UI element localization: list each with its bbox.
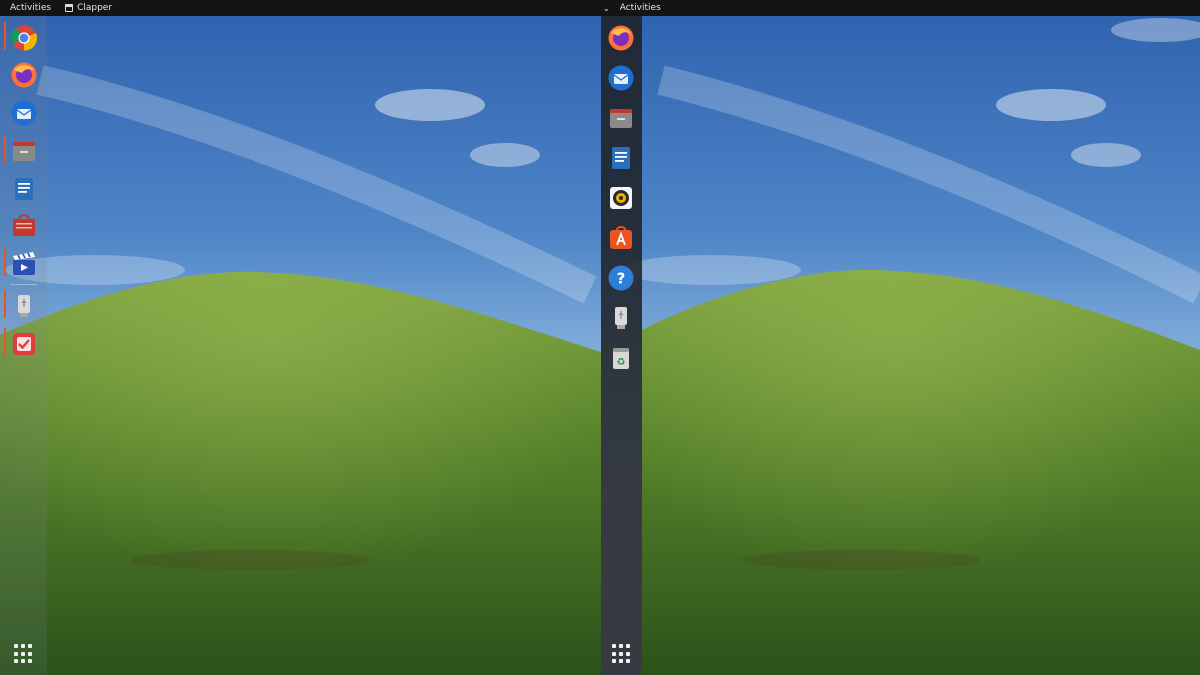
folder-icon bbox=[13, 142, 35, 161]
checklist-icon bbox=[13, 333, 35, 355]
dock-item-todo[interactable] bbox=[8, 328, 40, 360]
dock-item-app-center[interactable] bbox=[8, 210, 40, 242]
dock-item-rhythmbox[interactable] bbox=[605, 182, 637, 214]
running-indicator bbox=[4, 22, 6, 50]
dock-item-thunderbird[interactable] bbox=[605, 62, 637, 94]
software-store-icon bbox=[610, 226, 632, 249]
show-apps-button[interactable] bbox=[612, 644, 632, 664]
usb-drive-icon bbox=[615, 307, 627, 329]
dock-item-thunderbird[interactable] bbox=[8, 97, 40, 129]
dock-item-usb-drive[interactable] bbox=[8, 290, 40, 322]
top-bar: ⌄ Activities bbox=[601, 0, 1200, 16]
running-indicator bbox=[4, 328, 6, 356]
clapper-app-icon bbox=[65, 4, 74, 12]
dock bbox=[0, 16, 47, 675]
dock-item-help[interactable]: ? bbox=[605, 262, 637, 294]
trash-icon: ♻ bbox=[613, 348, 629, 369]
writer-icon bbox=[612, 147, 630, 169]
writer-icon bbox=[15, 178, 33, 200]
top-bar: Activities Clapper bbox=[0, 0, 601, 16]
dock-separator bbox=[10, 284, 37, 285]
dock: ? ♻ bbox=[601, 16, 642, 675]
firefox-icon bbox=[608, 25, 634, 51]
clapper-icon bbox=[13, 252, 35, 275]
chrome-icon bbox=[10, 25, 38, 51]
app-menu-label: Clapper bbox=[77, 3, 113, 13]
usb-drive-icon bbox=[18, 295, 30, 317]
app-menu[interactable]: Clapper bbox=[61, 0, 116, 16]
wallpaper bbox=[0, 0, 601, 675]
dock-item-files[interactable] bbox=[8, 135, 40, 167]
activities-button[interactable]: Activities bbox=[0, 0, 61, 16]
shopping-bag-icon bbox=[13, 214, 35, 236]
help-icon: ? bbox=[608, 265, 634, 291]
dock-item-files[interactable] bbox=[605, 102, 637, 134]
firefox-icon bbox=[11, 62, 37, 88]
folder-icon bbox=[610, 109, 632, 128]
dock-item-chrome[interactable] bbox=[8, 22, 40, 54]
running-indicator bbox=[4, 290, 6, 318]
dock-item-writer[interactable] bbox=[605, 142, 637, 174]
desktop-left: Activities Clapper bbox=[0, 0, 601, 675]
dock-item-usb-drive[interactable] bbox=[605, 302, 637, 334]
running-indicator bbox=[4, 248, 6, 276]
speaker-icon bbox=[610, 187, 632, 209]
desktop-right: ⌄ Activities ? ♻ bbox=[601, 0, 1200, 675]
show-apps-button[interactable] bbox=[14, 644, 34, 664]
thunderbird-icon bbox=[608, 65, 634, 91]
wallpaper bbox=[601, 0, 1200, 675]
svg-text:?: ? bbox=[617, 270, 626, 288]
dropdown-chevron-icon[interactable]: ⌄ bbox=[601, 4, 610, 13]
svg-text:♻: ♻ bbox=[617, 357, 626, 368]
dock-item-trash[interactable]: ♻ bbox=[605, 342, 637, 374]
thunderbird-icon bbox=[11, 100, 37, 126]
activities-button[interactable]: Activities bbox=[610, 0, 671, 16]
dock-item-firefox[interactable] bbox=[605, 22, 637, 54]
dock-item-firefox[interactable] bbox=[8, 59, 40, 91]
dock-item-writer[interactable] bbox=[8, 173, 40, 205]
running-indicator bbox=[4, 135, 6, 163]
dock-item-ubuntu-software[interactable] bbox=[605, 222, 637, 254]
dock-item-clapper[interactable] bbox=[8, 248, 40, 280]
